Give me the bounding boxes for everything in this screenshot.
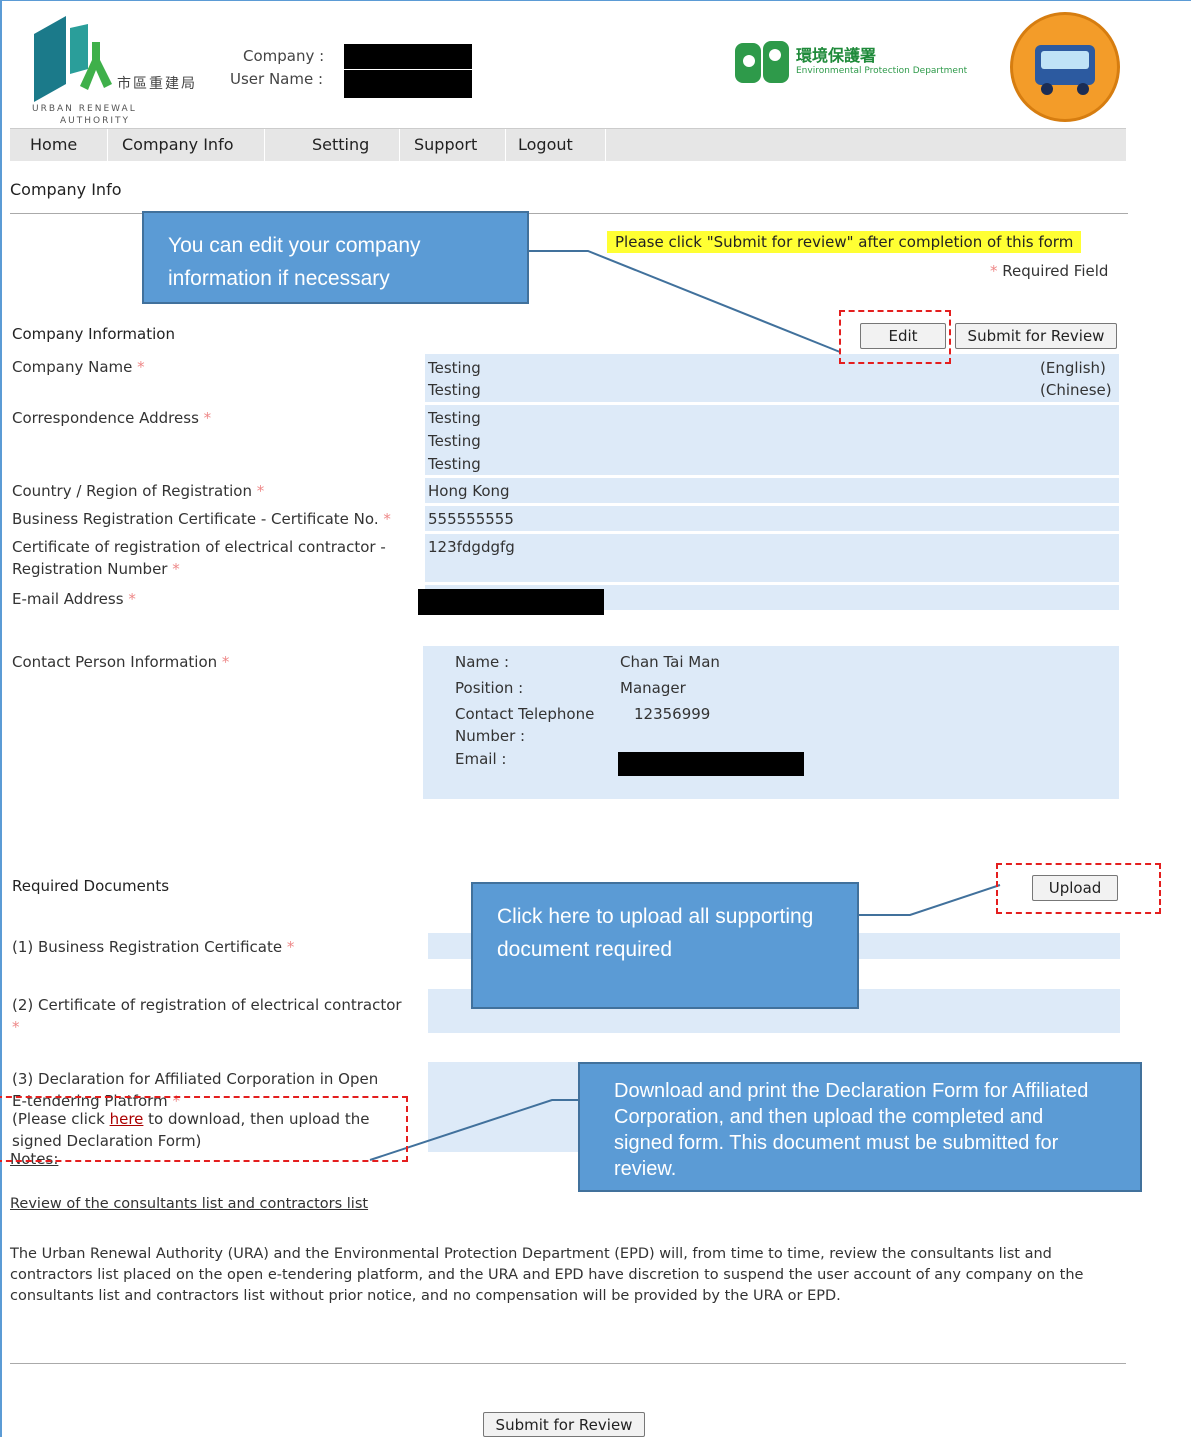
edit-callout: You can edit your company information if… — [142, 211, 529, 304]
upload-callout-connector — [858, 884, 1001, 916]
declaration-callout: Download and print the Declaration Form … — [578, 1062, 1142, 1192]
download-highlight-box — [0, 1096, 408, 1162]
edit-highlight-box — [839, 310, 951, 364]
edit-callout-connector — [528, 250, 841, 353]
upload-callout: Click here to upload all supporting docu… — [471, 882, 859, 1009]
upload-highlight-box — [996, 863, 1161, 914]
